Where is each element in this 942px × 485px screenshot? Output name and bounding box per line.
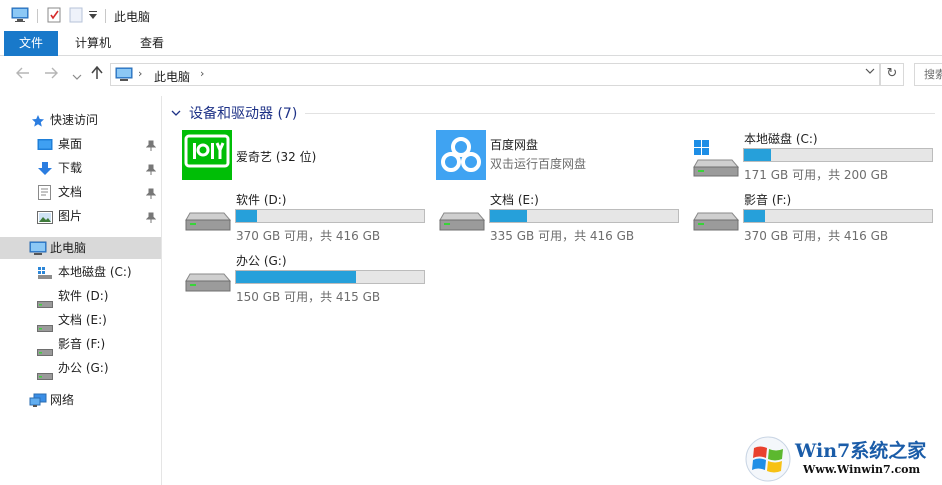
- drive-usage-bar: [743, 209, 933, 223]
- recent-locations-icon[interactable]: [68, 68, 86, 86]
- sidebar-item-drive-d[interactable]: 软件 (D:): [0, 285, 161, 308]
- drive-tile-f[interactable]: 影音 (F:) 370 GB 可用，共 416 GB: [690, 191, 940, 243]
- chevron-right-icon[interactable]: ›: [138, 67, 142, 80]
- properties-icon[interactable]: [47, 7, 61, 26]
- sidebar-item-pictures[interactable]: 图片: [0, 205, 161, 227]
- star-icon: [31, 113, 45, 135]
- network-icon: [29, 393, 47, 415]
- computer-icon: [115, 67, 133, 85]
- sidebar-item-downloads[interactable]: 下载: [0, 157, 161, 179]
- refresh-button[interactable]: ↻: [880, 63, 904, 86]
- sidebar-item-drive-e[interactable]: 文档 (E:): [0, 309, 161, 332]
- sidebar-item-drive-g[interactable]: 办公 (G:): [0, 357, 161, 380]
- sidebar-item-documents[interactable]: 文档: [0, 181, 161, 203]
- drive-usage-fill: [744, 149, 772, 161]
- chevron-down-icon[interactable]: [865, 67, 875, 78]
- watermark: Win7系统之家 Www.Winwin7.com: [745, 434, 942, 485]
- address-bar[interactable]: › 此电脑 ›: [110, 63, 880, 86]
- content-pane: 设备和驱动器 (7) 爱奇艺 (32 位) 百度网盘 双击运行百度网盘 本地磁盘…: [163, 96, 942, 485]
- picture-icon: [37, 209, 53, 231]
- drive-usage-bar: [489, 209, 679, 223]
- window-title: 此电脑: [114, 10, 151, 24]
- pin-icon[interactable]: [145, 209, 157, 231]
- back-arrow-icon[interactable]: [14, 66, 32, 84]
- address-row: › 此电脑 › ↻ 搜索: [0, 57, 942, 93]
- drive-icon: [438, 211, 486, 236]
- pin-icon[interactable]: [145, 185, 157, 207]
- pin-icon[interactable]: [145, 137, 157, 159]
- customize-toolbar-icon[interactable]: [88, 9, 98, 24]
- address-path[interactable]: 此电脑: [154, 68, 190, 85]
- drive-usage-fill: [490, 210, 527, 222]
- app-tile-iqiyi[interactable]: 爱奇艺 (32 位): [182, 130, 422, 180]
- sidebar-item-this-pc[interactable]: 此电脑: [0, 237, 161, 259]
- computer-icon: [29, 241, 47, 263]
- chevron-right-icon[interactable]: ›: [200, 67, 204, 80]
- drive-tile-d[interactable]: 软件 (D:) 370 GB 可用，共 416 GB: [182, 191, 432, 243]
- windows-logo-icon: [745, 436, 791, 485]
- search-input[interactable]: 搜索: [914, 63, 942, 86]
- navigation-pane: 快速访问 桌面 下载 文档 图片 此电脑 本地磁盘 (C:) 软件 (D:) 文…: [0, 96, 162, 485]
- drive-usage-fill: [236, 210, 257, 222]
- new-folder-icon[interactable]: [69, 7, 83, 26]
- ribbon-tabs: 文件 计算机 查看: [0, 31, 942, 56]
- sidebar-item-quick-access[interactable]: 快速访问: [0, 109, 161, 131]
- iqiyi-icon: [182, 130, 232, 183]
- drive-icon: [184, 211, 232, 236]
- sidebar-item-network[interactable]: 网络: [0, 389, 161, 411]
- sidebar-item-drive-f[interactable]: 影音 (F:): [0, 333, 161, 356]
- drive-tile-c[interactable]: 本地磁盘 (C:) 171 GB 可用，共 200 GB: [690, 130, 940, 183]
- drive-tile-g[interactable]: 办公 (G:) 150 GB 可用，共 415 GB: [182, 252, 432, 304]
- tab-file[interactable]: 文件: [4, 31, 58, 56]
- drive-usage-fill: [236, 271, 357, 283]
- watermark-title: Win7系统之家: [795, 440, 927, 462]
- sidebar-item-drive-c[interactable]: 本地磁盘 (C:): [0, 261, 161, 283]
- title-bar: 此电脑: [0, 0, 942, 31]
- tab-computer[interactable]: 计算机: [64, 31, 122, 56]
- drive-usage-bar: [743, 148, 933, 162]
- drive-usage-fill: [744, 210, 765, 222]
- system-drive-icon: [692, 140, 740, 183]
- chevron-down-icon[interactable]: [171, 107, 181, 120]
- tab-view[interactable]: 查看: [130, 31, 174, 56]
- group-header-devices[interactable]: 设备和驱动器 (7): [171, 103, 297, 123]
- system-drive-icon: [37, 265, 53, 287]
- drive-tile-e[interactable]: 文档 (E:) 335 GB 可用，共 416 GB: [436, 191, 686, 243]
- forward-arrow-icon[interactable]: [42, 66, 60, 84]
- sidebar-item-desktop[interactable]: 桌面: [0, 133, 161, 155]
- refresh-icon: ↻: [886, 66, 898, 81]
- drive-icon: [37, 365, 53, 387]
- drive-usage-bar: [235, 209, 425, 223]
- document-icon: [38, 185, 51, 207]
- computer-icon: [11, 7, 29, 26]
- app-tile-baidu-netdisk[interactable]: 百度网盘 双击运行百度网盘: [436, 130, 676, 180]
- up-arrow-icon[interactable]: [88, 65, 106, 84]
- download-arrow-icon: [37, 161, 53, 183]
- group-divider: [305, 113, 935, 114]
- group-title: 设备和驱动器 (7): [189, 106, 298, 122]
- drive-icon: [692, 211, 740, 236]
- watermark-url: Www.Winwin7.com: [803, 463, 921, 476]
- desktop-folder-icon: [37, 137, 53, 159]
- pin-icon[interactable]: [145, 161, 157, 183]
- drive-usage-bar: [235, 270, 425, 284]
- baidu-netdisk-icon: [436, 130, 486, 183]
- drive-icon: [184, 272, 232, 297]
